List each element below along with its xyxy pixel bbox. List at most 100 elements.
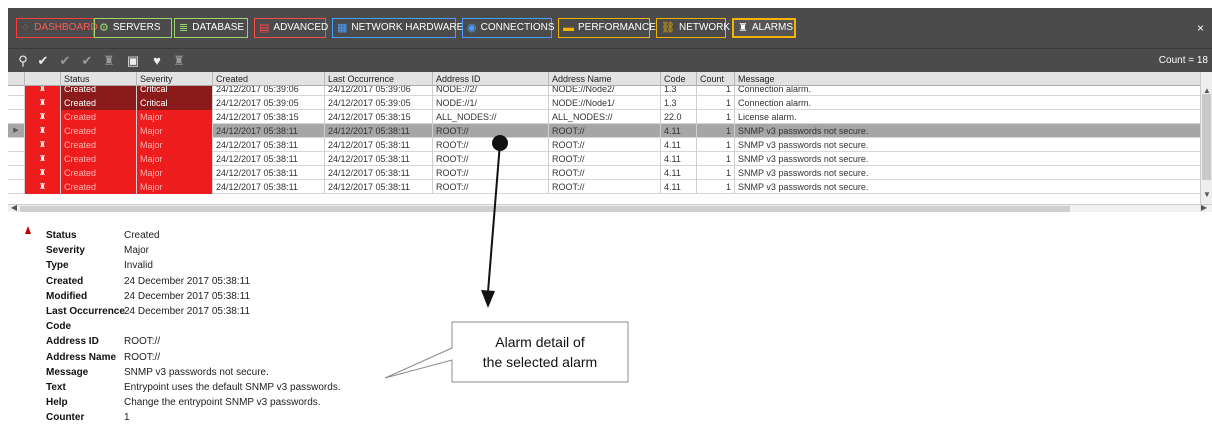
row-selector[interactable]: [8, 152, 24, 166]
column-header-message[interactable]: Message: [734, 72, 1200, 86]
cell-severity: Major: [136, 110, 212, 124]
tab-servers[interactable]: ⚙ SERVERS: [94, 18, 172, 38]
cell-message: SNMP v3 passwords not secure.: [734, 152, 1200, 166]
detail-label-last-occurrence: Last Occurrence: [46, 306, 125, 317]
close-icon[interactable]: ×: [1197, 21, 1204, 35]
cell-severity: Critical: [136, 96, 212, 110]
column-header-indicator[interactable]: [8, 72, 24, 86]
scroll-down-icon[interactable]: ▼: [1201, 190, 1212, 199]
performance-icon: ▬: [563, 22, 574, 34]
tab-label: NETWORK: [678, 22, 731, 33]
alarm-icon: ♜: [24, 180, 60, 194]
table-row[interactable]: ♜ Created Major 24/12/2017 05:38:11 24/12/20…: [8, 180, 1200, 194]
cell-last-occurrence: 24/12/2017 05:38:15: [324, 110, 432, 124]
network-hardware-icon: ▦: [337, 22, 348, 34]
row-selector[interactable]: [8, 86, 24, 96]
cell-last-occurrence: 24/12/2017 05:39:06: [324, 86, 432, 96]
cell-severity: Major: [136, 124, 212, 138]
column-header-severity[interactable]: Severity: [136, 72, 212, 86]
cell-count: 1: [696, 152, 734, 166]
column-header-status[interactable]: Status: [60, 72, 136, 86]
cell-message: SNMP v3 passwords not secure.: [734, 138, 1200, 152]
heart-icon[interactable]: ♥: [148, 52, 166, 70]
alarm-icon: ♜: [24, 124, 60, 138]
double-check-icon[interactable]: ✔: [78, 52, 96, 70]
row-selector-icon[interactable]: ▶: [8, 124, 24, 138]
tab-label: DATABASE: [192, 22, 245, 33]
scroll-left-icon[interactable]: ◀: [8, 203, 20, 212]
column-header-address-id[interactable]: Address ID: [432, 72, 548, 86]
check-icon[interactable]: ✔: [34, 52, 52, 70]
alarm-grid: Status Severity Created Last Occurrence Addr…: [8, 72, 1212, 212]
cell-address-name: ROOT://: [548, 152, 660, 166]
cell-address-id: ROOT://: [432, 124, 548, 138]
vertical-scroll-thumb[interactable]: [1202, 94, 1211, 180]
alarm-icon: ♜: [24, 110, 60, 124]
cell-count: 1: [696, 166, 734, 180]
cell-address-name: ROOT://: [548, 180, 660, 194]
alarm-icon: ♜: [24, 96, 60, 110]
column-header-last-occurrence[interactable]: Last Occurrence: [324, 72, 432, 86]
table-row[interactable]: ♜ Created Major 24/12/2017 05:38:15 24/12/20…: [8, 110, 1200, 124]
table-row[interactable]: ♜ Created Critical 24/12/2017 05:39:06 24/12…: [8, 86, 1200, 96]
table-row[interactable]: ▶ ♜ Created Major 24/12/2017 05:38:11 24/12/2…: [8, 124, 1200, 138]
alarm-count: Count = 18: [1158, 55, 1208, 66]
detail-label-created: Created: [46, 275, 84, 287]
detail-value-modified: 24 December 2017 05:38:11: [124, 290, 251, 302]
tab-database[interactable]: ≣ DATABASE: [174, 18, 248, 38]
column-header-icon[interactable]: [24, 72, 60, 86]
row-selector[interactable]: [8, 166, 24, 180]
detail-label-severity: Severity: [46, 245, 85, 257]
alarm-small-icon[interactable]: ♜: [100, 52, 118, 70]
tab-connections[interactable]: ◉ CONNECTIONS: [462, 18, 555, 38]
clear-alarm-icon[interactable]: ▣: [124, 52, 142, 70]
tab-network[interactable]: ⛓ NETWORK: [656, 18, 730, 38]
gear-icon: ⚙: [99, 22, 109, 34]
dashboard-icon: ⁘: [21, 22, 31, 34]
scroll-right-icon[interactable]: ▶: [1198, 203, 1210, 212]
row-selector[interactable]: [8, 96, 24, 110]
row-selector[interactable]: [8, 110, 24, 124]
cell-address-id: ALL_NODES://: [432, 110, 548, 124]
detail-label-counter: Counter: [46, 412, 85, 424]
tab-dashboard[interactable]: ⁘ DASHBOARD: [16, 18, 98, 38]
alarm-off-icon[interactable]: ♜: [170, 52, 188, 70]
detail-value-last-occurrence: 24 December 2017 05:38:11: [124, 306, 251, 317]
row-selector[interactable]: [8, 180, 24, 194]
cell-address-name: ROOT://: [548, 138, 660, 152]
detail-value-text: Entrypoint uses the default SNMP v3 pass…: [124, 382, 341, 393]
cell-status: Created: [60, 180, 136, 194]
cell-code: 4.11: [660, 166, 696, 180]
column-header-address-name[interactable]: Address Name: [548, 72, 660, 86]
cell-last-occurrence: 24/12/2017 05:38:11: [324, 180, 432, 194]
cell-created: 24/12/2017 05:38:11: [212, 180, 324, 194]
tab-performance[interactable]: ▬ PERFORMANCE: [558, 18, 656, 38]
tab-alarms[interactable]: ♜ ALARMS: [732, 18, 796, 38]
table-row[interactable]: ♜ Created Major 24/12/2017 05:38:11 24/12/20…: [8, 152, 1200, 166]
horizontal-scrollbar[interactable]: ◀ ▶: [8, 203, 1212, 212]
connections-icon: ◉: [467, 22, 477, 34]
check-dim-icon[interactable]: ✔: [56, 52, 74, 70]
search-icon[interactable]: ⚲: [14, 52, 32, 70]
tab-network-hardware[interactable]: ▦ NETWORK HARDWARE: [332, 18, 463, 38]
tab-advanced[interactable]: ▤ ADVANCED: [254, 18, 328, 38]
cell-count: 1: [696, 180, 734, 194]
network-icon: ⛓: [661, 22, 675, 34]
table-row[interactable]: ♜ Created Major 24/12/2017 05:38:11 24/12/20…: [8, 138, 1200, 152]
cell-severity: Major: [136, 166, 212, 180]
column-header-count[interactable]: Count: [696, 72, 734, 86]
row-selector[interactable]: [8, 138, 24, 152]
cell-status: Created: [60, 152, 136, 166]
alarm-icon: ♜: [738, 22, 748, 34]
column-header-code[interactable]: Code: [660, 72, 696, 86]
detail-label-type: Type: [46, 260, 69, 272]
tab-label: NETWORK HARDWARE: [351, 22, 464, 33]
table-row[interactable]: ♜ Created Critical 24/12/2017 05:39:05 24/12…: [8, 96, 1200, 110]
table-row[interactable]: ♜ Created Major 24/12/2017 05:38:11 24/12/20…: [8, 166, 1200, 180]
alarm-icon: [25, 226, 31, 234]
cell-status: Created: [60, 138, 136, 152]
cell-created: 24/12/2017 05:38:11: [212, 152, 324, 166]
column-header-created[interactable]: Created: [212, 72, 324, 86]
cell-message: Connection alarm.: [734, 86, 1200, 96]
vertical-scrollbar[interactable]: ▲ ▼: [1200, 72, 1212, 204]
